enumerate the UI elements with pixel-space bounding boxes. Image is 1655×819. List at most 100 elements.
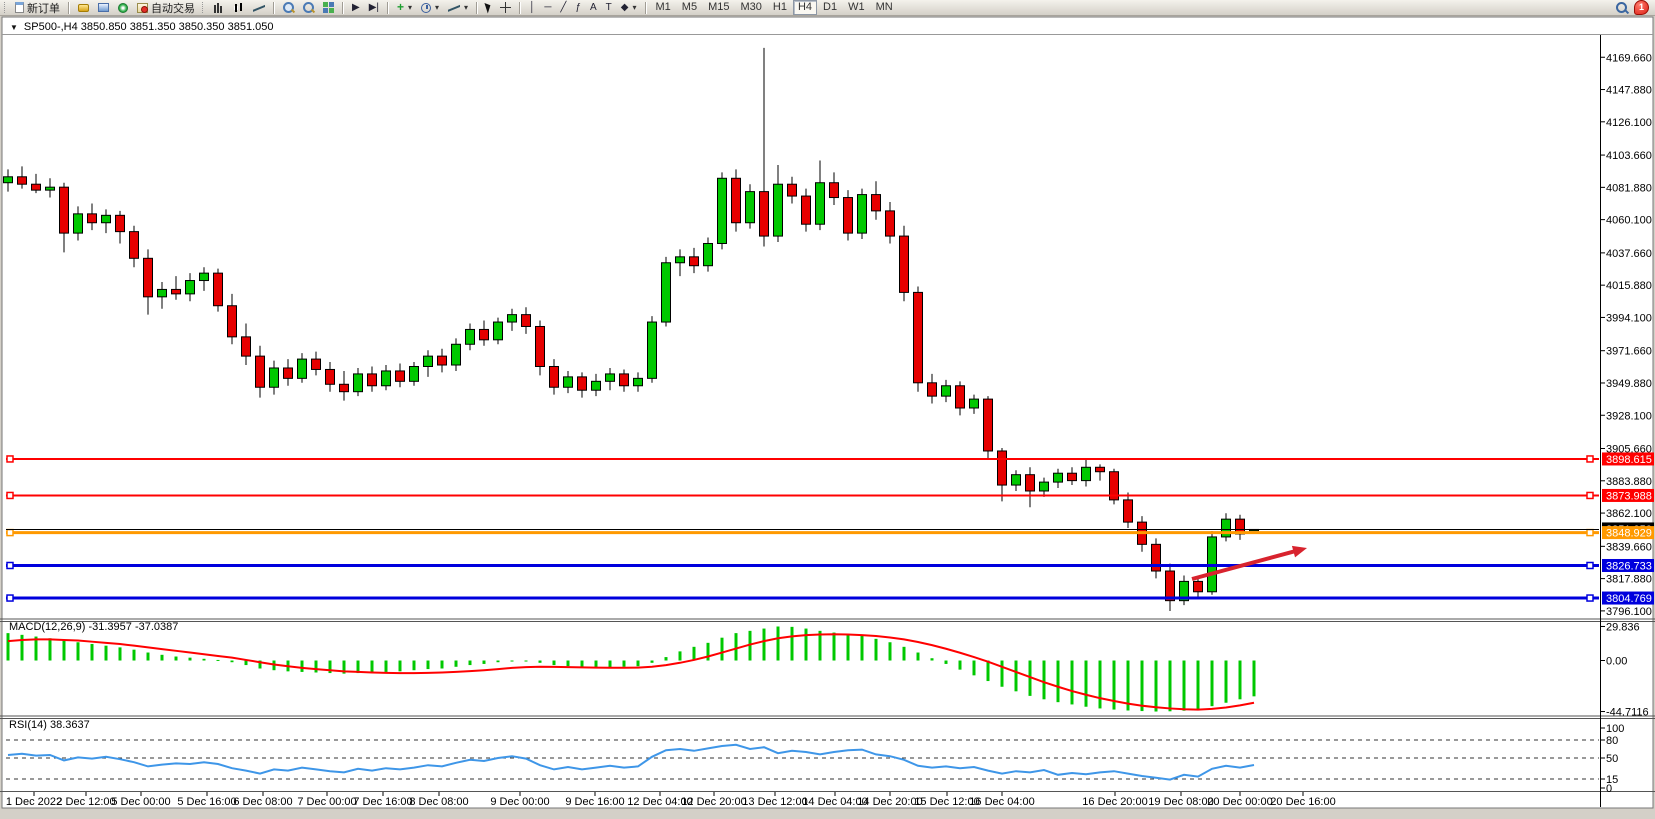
label-tool-button[interactable]: T (602, 0, 616, 16)
macd-histogram-bar (1085, 661, 1088, 707)
fibonacci-tool-button[interactable]: ƒ (571, 0, 585, 16)
templates-button[interactable]: ▾ (444, 0, 472, 16)
chart-dropdown-icon[interactable]: ▼ (10, 23, 18, 32)
macd-histogram-bar (805, 629, 808, 661)
macd-histogram-bar (1071, 661, 1074, 705)
line-chart-button[interactable] (249, 0, 269, 16)
chart-canvas[interactable]: 3851.0503898.6153873.9883848.9293826.733… (0, 0, 1655, 819)
line-handle[interactable] (7, 492, 13, 498)
periods-button[interactable]: ▾ (417, 0, 443, 16)
new-order-button[interactable]: 新订单 (11, 0, 64, 16)
macd-histogram-bar (1015, 661, 1018, 692)
toolbar-separator (342, 2, 344, 14)
line-handle[interactable] (7, 456, 13, 462)
timeframe-m30-button[interactable]: M30 (735, 0, 766, 15)
toolbar-separator (68, 2, 70, 14)
indicators-button[interactable]: + ▾ (393, 0, 416, 16)
data-window-button[interactable] (74, 0, 93, 16)
macd-histogram-bar (483, 661, 486, 664)
macd-histogram-bar (987, 661, 990, 682)
macd-histogram-bar (889, 642, 892, 660)
time-tick-label: 20 Dec 16:00 (1270, 796, 1335, 808)
toolbar-separator (273, 2, 275, 14)
template-icon (448, 3, 460, 13)
macd-histogram-bar (623, 661, 626, 667)
chevron-down-icon: ▾ (408, 3, 412, 12)
macd-histogram-bar (1225, 661, 1228, 703)
toolbar-separator (645, 2, 647, 14)
price-tick-label: 3928.100 (1606, 410, 1652, 422)
market-watch-button[interactable] (94, 0, 113, 16)
chart-title-bar[interactable]: ▼SP500-,H4 3850.850 3851.350 3850.350 38… (10, 21, 273, 33)
macd-histogram-bar (1197, 661, 1200, 709)
text-icon: A (590, 2, 597, 13)
horizontal-line-tool-button[interactable]: ─ (540, 0, 555, 16)
toolbar-grip[interactable] (4, 2, 8, 13)
macd-histogram-bar (497, 661, 500, 663)
trendline-tool-button[interactable]: ╱ (556, 0, 570, 16)
time-tick-label: 13 Dec 12:00 (742, 796, 807, 808)
notification-badge[interactable]: 1 (1634, 0, 1649, 15)
timeframe-h4-button[interactable]: H4 (793, 0, 817, 15)
search-icon[interactable] (1616, 2, 1628, 14)
line-handle[interactable] (1587, 562, 1593, 568)
trendline-icon: ╱ (560, 2, 566, 13)
tile-windows-button[interactable] (319, 0, 338, 16)
time-tick-label: 9 Dec 00:00 (490, 796, 549, 808)
macd-histogram-bar (7, 633, 10, 660)
line-handle[interactable] (7, 562, 13, 568)
line-handle[interactable] (1587, 530, 1593, 536)
candlestick-chart-button[interactable] (229, 0, 248, 16)
time-tick-label: 16 Dec 20:00 (1082, 796, 1147, 808)
timeframe-m1-button[interactable]: M1 (651, 0, 676, 15)
vertical-line-tool-button[interactable]: │ (525, 0, 539, 16)
macd-histogram-bar (1043, 661, 1046, 700)
timeframe-w1-button[interactable]: W1 (843, 0, 870, 15)
price-tick-label: 3862.100 (1606, 508, 1652, 520)
chevron-down-icon: ▾ (435, 3, 439, 12)
text-tool-button[interactable]: A (586, 0, 601, 16)
signals-button[interactable] (114, 0, 132, 16)
autotrading-button[interactable]: 自动交易 (133, 0, 199, 16)
line-handle[interactable] (1587, 492, 1593, 498)
macd-histogram-bar (707, 643, 710, 661)
timeframe-m5-button[interactable]: M5 (677, 0, 702, 15)
crosshair-tool-button[interactable] (496, 0, 515, 16)
macd-histogram-bar (567, 661, 570, 667)
toolbar-grip[interactable] (202, 2, 206, 13)
macd-histogram-bar (609, 661, 612, 668)
macd-histogram-bar (945, 661, 948, 664)
shapes-tool-button[interactable]: ◆ ▾ (617, 0, 641, 16)
chart-shift-button[interactable]: ▶| (365, 0, 383, 16)
add-indicator-icon: + (397, 2, 404, 13)
line-handle[interactable] (1587, 595, 1593, 601)
time-tick-label: 14 Dec 20:00 (857, 796, 922, 808)
macd-histogram-bar (1155, 661, 1158, 712)
cursor-tool-button[interactable] (482, 0, 495, 16)
timeframe-d1-button[interactable]: D1 (818, 0, 842, 15)
timeframe-h1-button[interactable]: H1 (768, 0, 792, 15)
new-order-icon (15, 2, 24, 13)
zoom-out-button[interactable] (299, 0, 318, 16)
line-handle[interactable] (1587, 456, 1593, 462)
macd-histogram-bar (427, 661, 430, 670)
macd-histogram-bar (119, 647, 122, 660)
bar-chart-icon (213, 2, 224, 13)
macd-histogram-bar (371, 661, 374, 673)
line-handle[interactable] (7, 530, 13, 536)
macd-histogram-bar (665, 657, 668, 660)
macd-histogram-bar (931, 658, 934, 660)
zoom-in-button[interactable] (279, 0, 298, 16)
svg-text:-44.7116: -44.7116 (1606, 707, 1649, 719)
timeframe-m15-button[interactable]: M15 (703, 0, 734, 15)
macd-indicator-label: MACD(12,26,9) -31.3957 -37.0387 (9, 621, 178, 633)
line-handle[interactable] (7, 595, 13, 601)
tile-windows-icon (323, 2, 334, 13)
time-tick-label: 8 Dec 08:00 (409, 796, 468, 808)
macd-histogram-bar (539, 661, 542, 663)
time-tick-label: 16 Dec 04:00 (969, 796, 1034, 808)
time-tick-label: 6 Dec 08:00 (233, 796, 292, 808)
timeframe-mn-button[interactable]: MN (871, 0, 898, 15)
bar-chart-button[interactable] (209, 0, 228, 16)
auto-scroll-button[interactable]: ▶ (348, 0, 364, 16)
